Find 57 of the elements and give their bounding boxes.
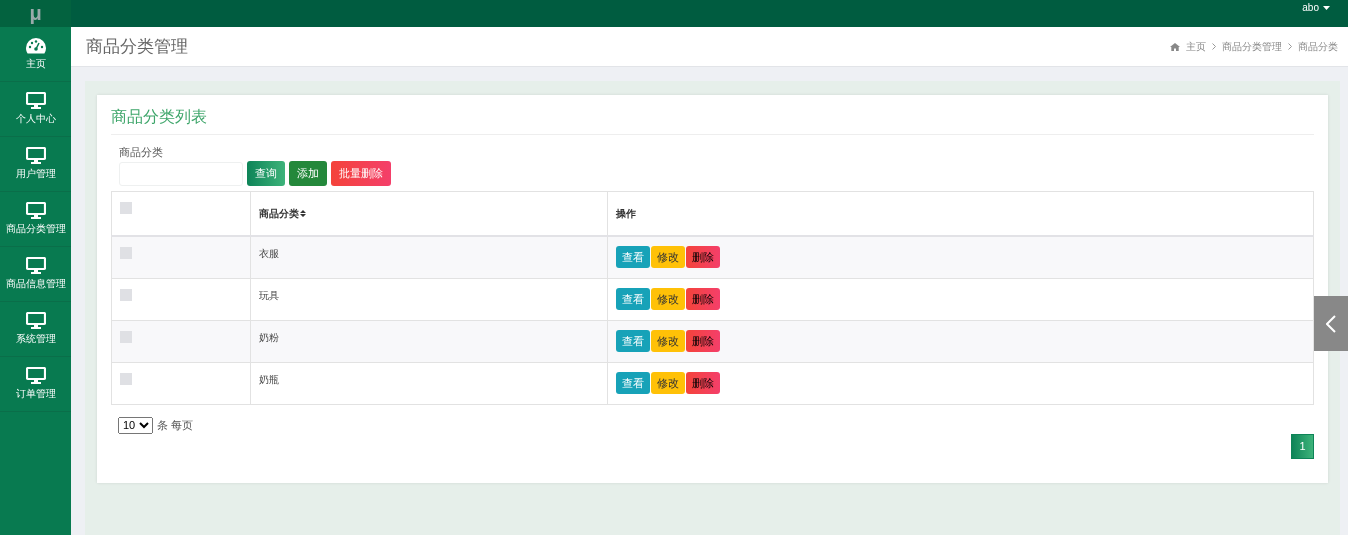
edit-button[interactable]: 修改 [651,246,685,269]
edit-button[interactable]: 修改 [651,330,685,352]
page-size-label: 条 每页 [157,417,194,433]
table-cell: 玩具 [259,289,279,301]
field-label: 商品分类 [119,145,164,160]
sort-icon [300,210,306,217]
monitor-icon [25,257,46,274]
collapse-button[interactable] [1314,296,1348,351]
home-icon [1170,42,1180,51]
delete-button[interactable]: 删除 [686,288,720,310]
checkbox[interactable] [120,202,132,214]
caret-icon [1323,5,1330,10]
page-size-select[interactable]: 10 [118,416,153,434]
view-button[interactable]: 查看 [616,372,650,394]
column-header: 操作 [616,207,636,219]
view-button[interactable]: 查看 [616,330,650,352]
sidebar-item[interactable]: 用户管理 [0,137,71,192]
monitor-icon [25,92,46,109]
card-title: 商品分类列表 [111,103,1314,135]
monitor-icon [25,147,46,164]
edit-button[interactable]: 修改 [651,372,685,394]
breadcrumb-link[interactable]: 商品分类 [1298,39,1338,54]
breadcrumb-link[interactable]: 主页 [1186,39,1206,54]
table-cell: 奶粉 [259,331,279,343]
chevron-right-icon [1212,43,1216,50]
view-button[interactable]: 查看 [616,246,650,269]
page-button[interactable]: 1 [1291,433,1314,459]
user-menu[interactable]: abo [1302,0,1348,13]
view-button[interactable]: 查看 [616,288,650,310]
sidebar-item[interactable]: 订单管理 [0,357,71,412]
breadcrumb-link[interactable]: 商品分类管理 [1222,39,1282,54]
table-cell: 奶瓶 [259,373,279,385]
checkbox[interactable] [120,288,132,301]
page-title: 商品分类管理 [86,35,188,58]
monitor-icon [25,312,46,329]
delete-button[interactable]: 批量删除 [331,161,391,186]
monitor-icon [25,202,46,219]
logo: μ [29,2,42,25]
delete-button[interactable]: 删除 [686,372,720,394]
delete-button[interactable]: 删除 [686,330,720,352]
column-header[interactable]: 商品分类 [259,206,306,221]
chevron-left-icon [1326,314,1336,333]
checkbox[interactable] [120,372,132,385]
chevron-right-icon [1288,43,1292,50]
add-button[interactable]: 添加 [289,161,327,186]
edit-button[interactable]: 修改 [651,288,685,310]
checkbox[interactable] [120,247,132,259]
monitor-icon [25,367,46,384]
dashboard-icon [25,37,46,54]
delete-button[interactable]: 删除 [686,246,720,269]
checkbox[interactable] [120,330,132,343]
sidebar-item[interactable]: 个人中心 [0,82,71,137]
sidebar-item[interactable]: 商品分类管理 [0,192,71,247]
sidebar-item[interactable]: 系统管理 [0,302,71,357]
sidebar-item[interactable]: 商品信息管理 [0,247,71,302]
table-cell: 衣服 [259,248,279,259]
query-button[interactable]: 查询 [247,161,285,186]
